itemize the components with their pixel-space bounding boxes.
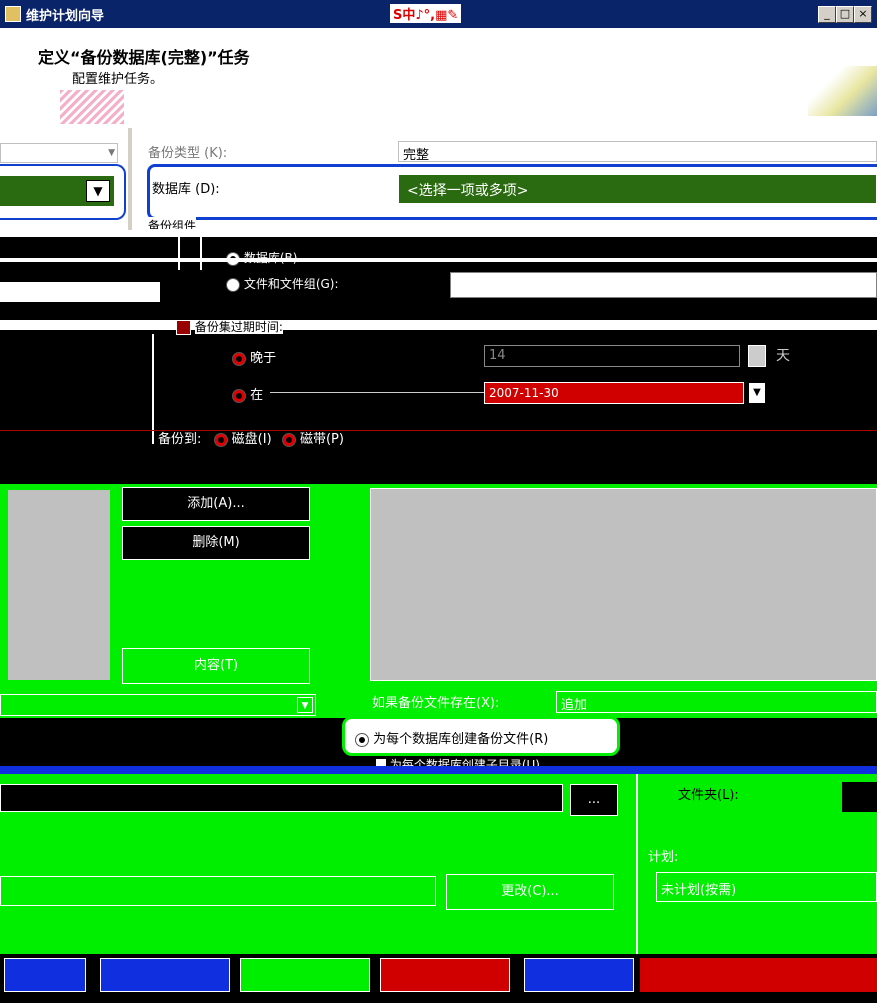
chevron-down-icon: ▼ (108, 148, 115, 158)
file-list-right (370, 488, 877, 681)
finish-button[interactable] (380, 958, 510, 992)
expire-label: 备份集过期时间: (194, 320, 283, 334)
on-row[interactable]: 在 (232, 384, 263, 403)
date-picker[interactable]: 2007-11-30 (484, 382, 744, 404)
wizard-graphic-icon (60, 90, 124, 124)
white-line-1 (0, 258, 877, 262)
schedule-field: 未计划(按需) (656, 872, 877, 902)
back-button[interactable] (100, 958, 230, 992)
contents-button[interactable]: 内容(T) (122, 648, 310, 684)
radio-disk[interactable] (213, 432, 228, 447)
radio-tape-label: 磁带(P) (299, 432, 344, 447)
white-block (0, 282, 160, 302)
radio-tape[interactable] (281, 432, 296, 447)
subdir-row[interactable]: 为每个数据库创建子目录(U) (376, 756, 540, 766)
blue-stripe (0, 766, 877, 774)
on-line (270, 392, 484, 393)
chevron-down-icon: ▼ (297, 697, 313, 713)
chevron-down-icon: ▼ (86, 180, 110, 202)
bottom-right-block (640, 958, 877, 992)
browse-button[interactable]: ... (570, 784, 618, 816)
radio-disk-label: 磁盘(I) (231, 432, 272, 447)
expire-group-line (152, 334, 154, 444)
next-button[interactable] (240, 958, 370, 992)
files-field[interactable] (450, 272, 877, 298)
maximize-button[interactable]: □ (836, 6, 854, 23)
radio-files-label: 文件和文件组(G): (243, 277, 339, 291)
after-label: 晚于 (250, 351, 277, 366)
white-line-2 (0, 320, 877, 330)
database-field[interactable]: <选择一项或多项> (398, 174, 877, 204)
folder-label: 文件夹(L): (678, 788, 739, 803)
chevron-down-icon[interactable]: ▼ (748, 382, 766, 404)
after-days-input[interactable]: 14 (484, 345, 740, 367)
vertical-bars (178, 230, 202, 270)
backup-to-row[interactable]: 备份到: 磁盘(I) 磁带(P) (158, 428, 344, 447)
cancel-button[interactable] (524, 958, 634, 992)
window-title: 维护计划向导 (26, 9, 105, 24)
left-divider (128, 128, 132, 232)
help-button[interactable] (4, 958, 86, 992)
radio-after[interactable] (232, 351, 246, 366)
close-button[interactable]: × (854, 6, 872, 23)
file-list-left (8, 490, 110, 680)
radio-files-row[interactable]: 文件和文件组(G): (226, 275, 339, 292)
days-unit: 天 (776, 348, 790, 364)
folder-input[interactable] (0, 784, 563, 812)
change-path-field (0, 876, 436, 906)
title-bar: 维护计划向导 S中♪°,▦✎ _ □ × (0, 0, 877, 28)
if-exists-label: 如果备份文件存在(X): (372, 696, 500, 711)
backup-to-label: 备份到: (158, 432, 202, 447)
backup-component-label: 备份组件 (148, 217, 197, 229)
add-button[interactable]: 添加(A)... (122, 487, 310, 521)
after-row[interactable]: 晚于 (232, 347, 276, 366)
header-illustration-icon (808, 66, 877, 116)
page-title: 定义“备份数据库(完整)”任务 (38, 48, 250, 67)
left-dropdown-highlight[interactable]: ▼ (0, 164, 126, 220)
left-dropdown-top[interactable]: ▼ (0, 143, 118, 163)
subdir-label: 为每个数据库创建子目录(U) (389, 758, 540, 766)
expire-checkbox[interactable] (176, 320, 191, 335)
radio-files[interactable] (226, 277, 240, 292)
red-line (0, 430, 877, 431)
folder-icon (842, 782, 877, 812)
if-exists-field[interactable]: 追加 (556, 691, 877, 713)
subdir-checkbox[interactable] (376, 759, 386, 766)
remove-button[interactable]: 删除(M) (122, 526, 310, 560)
minimize-button[interactable]: _ (818, 6, 836, 23)
radio-on[interactable] (232, 388, 246, 403)
database-label: 数据库 (D): (152, 182, 220, 197)
page-subtitle: 配置维护任务。 (72, 72, 164, 87)
per-db-option[interactable]: 为每个数据库创建备份文件(R) (342, 716, 620, 756)
ime-toolbar[interactable]: S中♪°,▦✎ (390, 4, 462, 23)
left-dropdown-bottom[interactable]: ▼ (0, 694, 316, 716)
backup-type-field: 完整 (398, 141, 877, 163)
on-label: 在 (250, 388, 264, 403)
radio-per-db[interactable] (355, 732, 369, 747)
backup-type-label: 备份类型 (K): (148, 146, 228, 161)
wizard-header: 定义“备份数据库(完整)”任务 配置维护任务。 (0, 28, 877, 128)
change-button[interactable]: 更改(C)... (446, 874, 614, 910)
per-db-label: 为每个数据库创建备份文件(R) (373, 732, 549, 747)
app-icon (5, 6, 21, 22)
schedule-label: 计划: (648, 850, 679, 865)
expire-checkbox-row[interactable]: 备份集过期时间: (176, 318, 283, 335)
spinner-icon[interactable] (748, 345, 766, 367)
white-separator (0, 230, 877, 237)
